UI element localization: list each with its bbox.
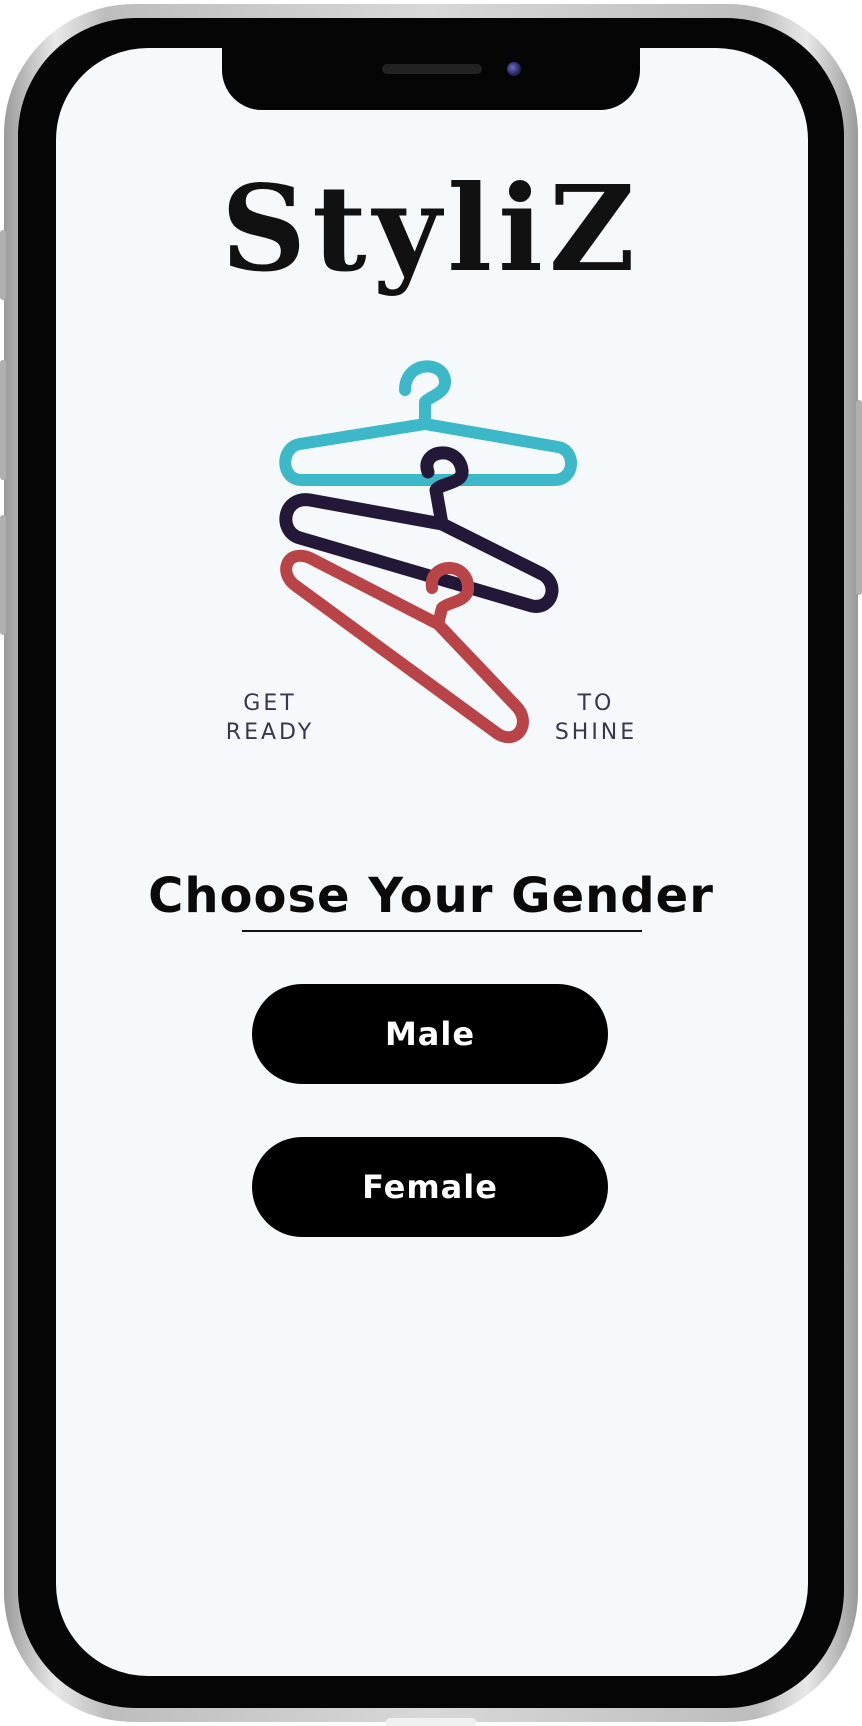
- volume-up-button: [0, 360, 6, 480]
- tagline-left: GET READY: [222, 689, 318, 747]
- app-logo: StyliZ: [220, 159, 642, 298]
- hanger-logo-icon: [279, 360, 577, 744]
- front-camera: [507, 62, 521, 76]
- tagline-right: TO SHINE: [548, 689, 644, 747]
- male-button[interactable]: Male: [252, 984, 608, 1084]
- tagline-left-line1: GET: [243, 691, 297, 716]
- title-underline: [242, 930, 642, 932]
- page-title: Choose Your Gender: [148, 868, 714, 924]
- tagline-left-line2: READY: [225, 720, 315, 745]
- power-button: [856, 400, 862, 595]
- phone-notch: [222, 46, 640, 110]
- earpiece-speaker: [382, 64, 482, 74]
- bottom-edge-highlight: [386, 1718, 476, 1726]
- tagline-right-line1: TO: [577, 691, 615, 716]
- tagline-right-line2: SHINE: [554, 720, 638, 745]
- female-button[interactable]: Female: [252, 1137, 608, 1237]
- volume-down-button: [0, 515, 6, 635]
- red-hanger-icon: [280, 549, 529, 744]
